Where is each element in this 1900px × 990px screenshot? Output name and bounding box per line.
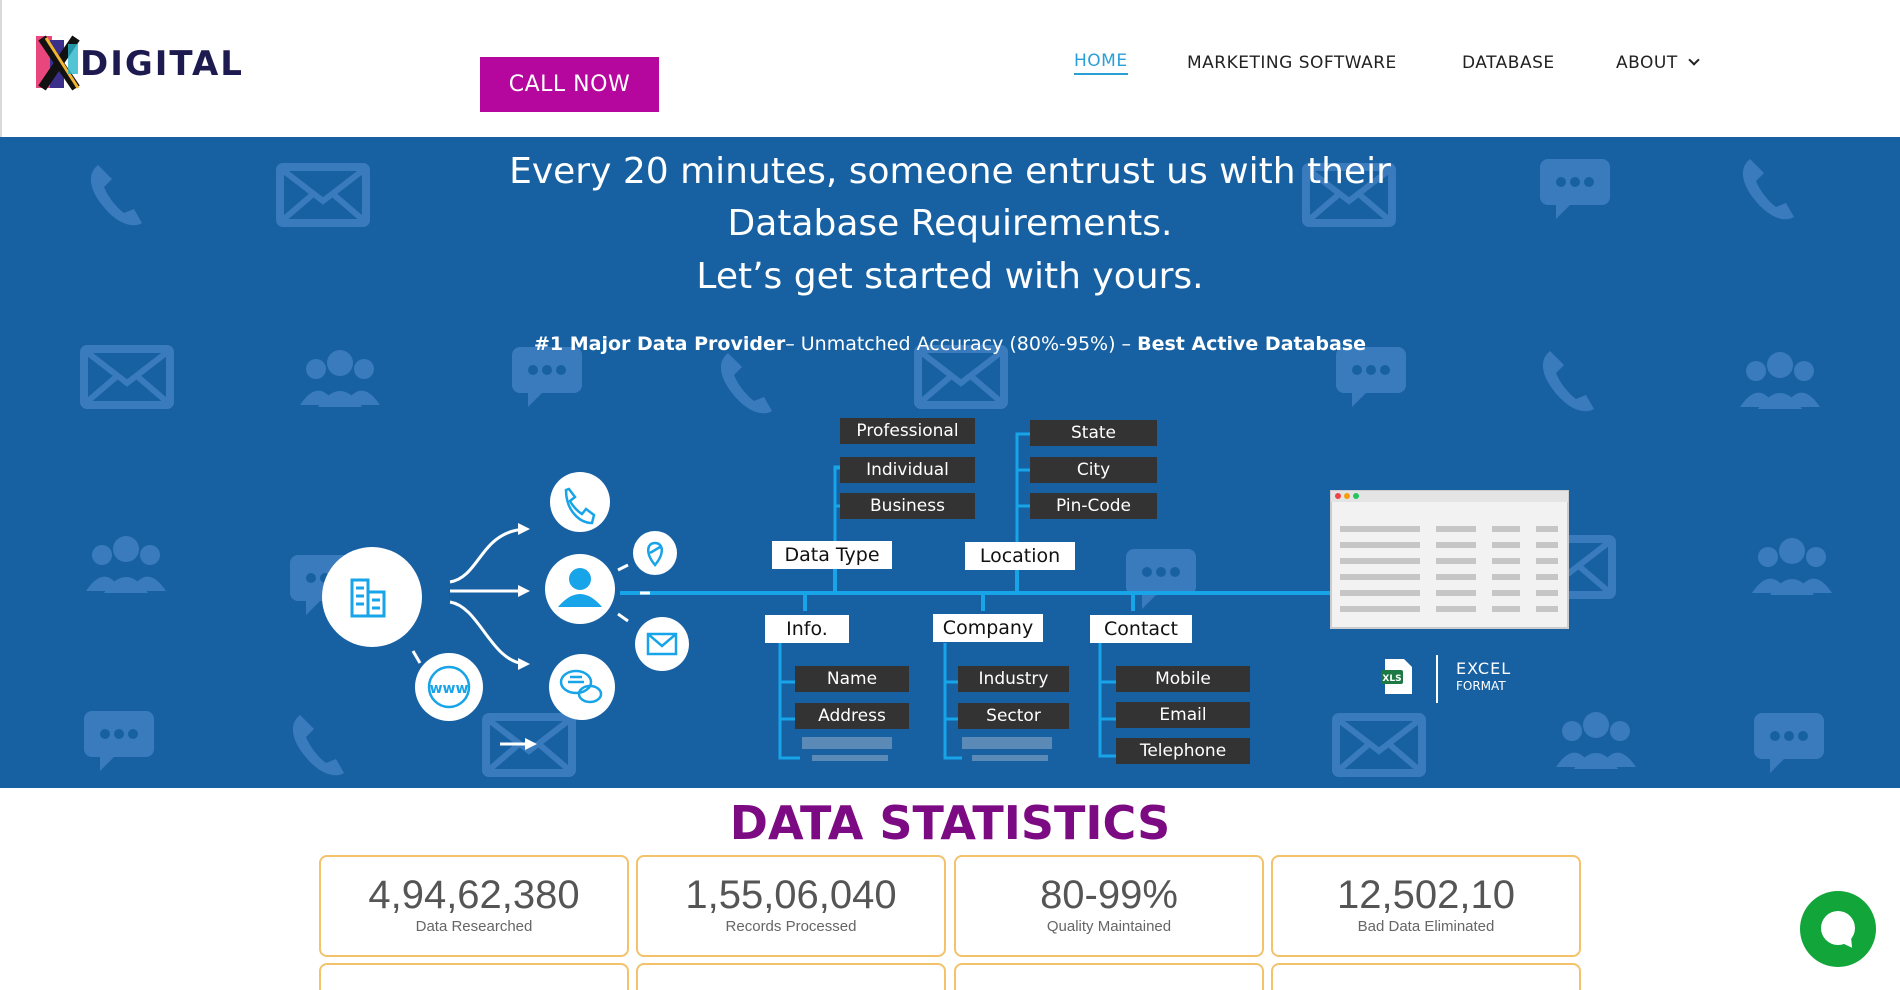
stat-card-partial [1271, 963, 1581, 990]
nav-about[interactable]: ABOUT [1616, 48, 1700, 78]
data-type-box: Data Type [772, 541, 892, 569]
stat-card: 4,94,62,380 Data Researched [319, 855, 629, 957]
nav-database-label: DATABASE [1462, 53, 1555, 73]
stat-card-partial [954, 963, 1264, 990]
stat-value: 4,94,62,380 [368, 873, 580, 917]
nav-about-label: ABOUT [1616, 53, 1678, 73]
location-item: Pin-Code [1030, 493, 1157, 519]
company-item: Sector [958, 703, 1069, 729]
stats-title: DATA STATISTICS [729, 796, 1171, 850]
chevron-down-icon [1688, 54, 1700, 66]
info-box: Info. [765, 615, 849, 643]
stat-value: 80-99% [1040, 873, 1178, 917]
hero-banner: Every 20 minutes, someone entrust us wit… [0, 137, 1900, 788]
stat-label: Records Processed [725, 918, 857, 935]
company-item: Industry [958, 666, 1069, 692]
data-type-item: Individual [840, 457, 975, 483]
info-item: Address [795, 703, 909, 729]
stat-card-partial [319, 963, 629, 990]
nav-home-label: HOME [1074, 51, 1128, 75]
nav-home[interactable]: HOME [1074, 48, 1128, 78]
contact-item: Telephone [1116, 738, 1250, 764]
call-now-button[interactable]: CALL NOW [480, 57, 659, 112]
stat-label: Bad Data Eliminated [1357, 918, 1495, 935]
contact-item: Mobile [1116, 666, 1250, 692]
stat-label: Quality Maintained [1046, 918, 1172, 935]
stat-label: Data Researched [415, 918, 533, 935]
stat-value: 12,502,10 [1337, 873, 1515, 917]
diagram-labels: Data Type Location Info. Company Contact… [0, 137, 1900, 788]
info-item: Name [795, 666, 909, 692]
nav-database[interactable]: DATABASE [1462, 48, 1555, 78]
site-header: DIGITAL CALL NOW HOME MARKETING SOFTWARE… [0, 0, 1900, 137]
location-box: Location [965, 542, 1075, 570]
stat-card-partial [636, 963, 946, 990]
company-box: Company [933, 614, 1043, 642]
site-logo[interactable]: DIGITAL [32, 30, 242, 100]
contact-box: Contact [1090, 615, 1192, 643]
data-type-item: Business [840, 493, 975, 519]
stat-card: 1,55,06,040 Records Processed [636, 855, 946, 957]
chat-widget-button[interactable] [1800, 891, 1876, 967]
stat-card: 12,502,10 Bad Data Eliminated [1271, 855, 1581, 957]
nav-marketing-software[interactable]: MARKETING SOFTWARE [1187, 48, 1397, 78]
data-type-item: Professional [840, 418, 975, 444]
nav-marketing-software-label: MARKETING SOFTWARE [1187, 53, 1397, 73]
location-item: State [1030, 420, 1157, 446]
logo-text: DIGITAL [80, 44, 244, 84]
stat-value: 1,55,06,040 [685, 873, 897, 917]
stat-card: 80-99% Quality Maintained [954, 855, 1264, 957]
location-item: City [1030, 457, 1157, 483]
contact-item: Email [1116, 702, 1250, 728]
